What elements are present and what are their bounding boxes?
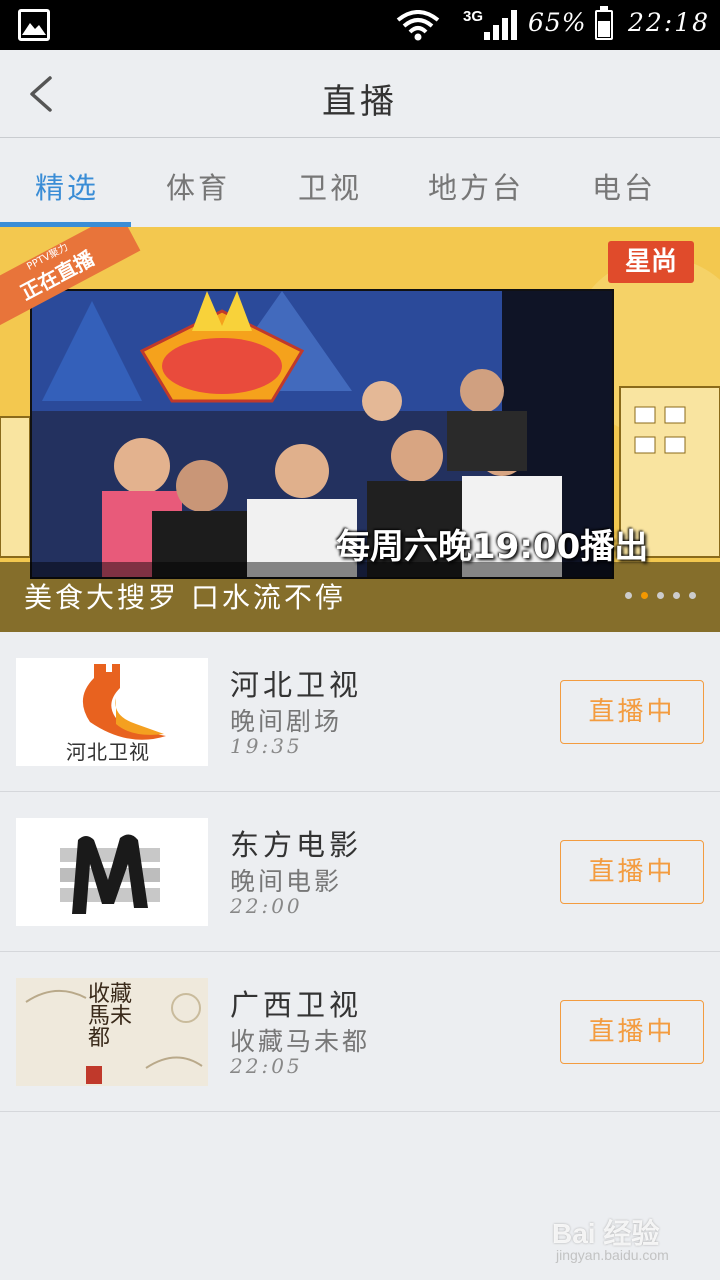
program-title: 晚间电影 (230, 867, 343, 896)
channel-logo-dongfang-movie (16, 818, 208, 926)
program-title: 收藏马未都 (230, 1027, 371, 1056)
pager-dots (625, 592, 696, 599)
tab-local[interactable]: 地方台 (428, 165, 524, 207)
program-time: 22:00 (230, 894, 303, 918)
signal-icon (484, 10, 517, 40)
channel-logo-guangxi: 收藏馬未都 (16, 978, 208, 1086)
banner-caption-bar: 美食大搜罗 口水流不停 (0, 562, 720, 632)
clock: 22:18 (628, 8, 711, 37)
tab-radio[interactable]: 电台 (592, 165, 656, 207)
tab-featured[interactable]: 精选 (35, 165, 99, 207)
pager-dot[interactable] (657, 592, 664, 599)
program-time: 19:35 (230, 734, 303, 758)
pager-dot[interactable] (673, 592, 680, 599)
channel-logo-text: 收藏馬未都 (88, 982, 133, 1051)
channel-name: 广西卫视 (230, 988, 363, 1022)
pager-dot-active[interactable] (641, 592, 648, 599)
app-header: 直播 (0, 50, 720, 138)
channel-row[interactable]: 河北卫视 河北卫视 晚间剧场 19:35 直播中 (0, 632, 720, 792)
featured-banner[interactable]: PPTV聚力 正在直播 星尚 每周六晚19:00播出 美食大搜罗 口水流不停 (0, 227, 720, 632)
channel-logo-hebei: 河北卫视 (16, 658, 208, 766)
status-bar: 3G 65% 22:18 (0, 0, 720, 50)
live-button[interactable]: 直播中 (560, 840, 704, 904)
schedule-text: 每周六晚19:00播出 (336, 527, 649, 567)
baidu-watermark-url: jingyan.baidu.com (556, 1247, 669, 1263)
category-tabs: 精选 体育 卫视 地方台 电台 (0, 139, 720, 227)
channel-row[interactable]: 东方电影 晚间电影 22:00 直播中 (0, 792, 720, 952)
network-type: 3G (463, 8, 484, 25)
battery-percent: 65% (528, 8, 587, 37)
channel-name: 东方电影 (230, 828, 363, 862)
tab-satellite[interactable]: 卫视 (298, 165, 362, 207)
live-button[interactable]: 直播中 (560, 1000, 704, 1064)
banner-caption: 美食大搜罗 口水流不停 (24, 581, 346, 614)
pager-dot[interactable] (689, 592, 696, 599)
battery-icon (595, 6, 613, 40)
channel-badge: 星尚 (608, 241, 694, 283)
pager-dot[interactable] (625, 592, 632, 599)
program-title: 晚间剧场 (230, 707, 343, 736)
wifi-icon (396, 10, 440, 41)
channel-name: 河北卫视 (230, 668, 363, 702)
channel-row[interactable]: 收藏馬未都 广西卫视 收藏马未都 22:05 直播中 (0, 952, 720, 1112)
channel-logo-text: 河北卫视 (66, 740, 150, 764)
channel-list: 河北卫视 河北卫视 晚间剧场 19:35 直播中 东方电影 晚间电影 22:00… (0, 632, 720, 1112)
program-time: 22:05 (230, 1054, 303, 1078)
page-title: 直播 (322, 82, 398, 122)
live-button[interactable]: 直播中 (560, 680, 704, 744)
tab-sports[interactable]: 体育 (166, 165, 230, 207)
baidu-watermark: Bai 经验 (552, 1218, 660, 1249)
gallery-icon (18, 9, 50, 41)
